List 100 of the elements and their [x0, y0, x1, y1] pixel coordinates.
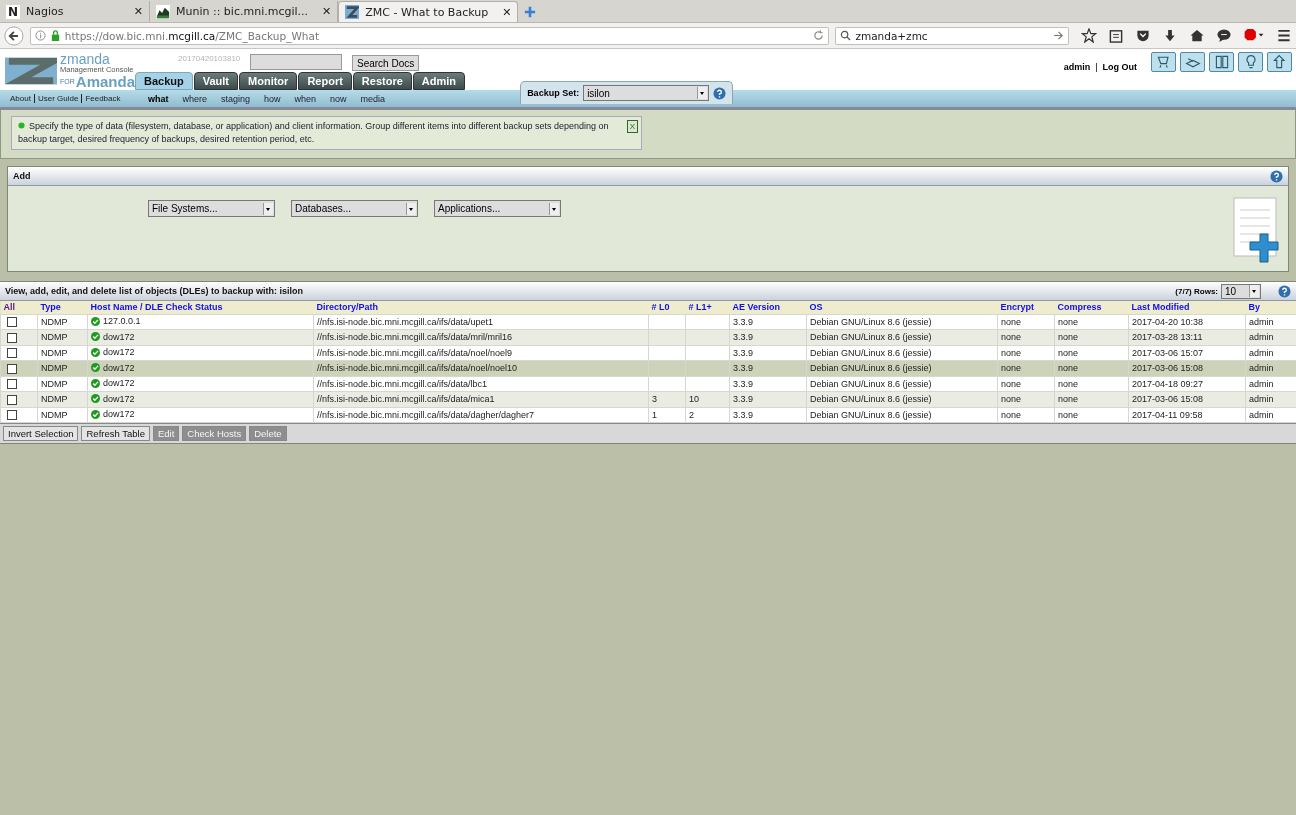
type-select[interactable]: Applications... — [434, 200, 561, 218]
nav-tab[interactable]: Admin — [412, 72, 466, 90]
row-checkbox[interactable] — [7, 317, 17, 328]
version-cell: 3.3.9 — [733, 363, 754, 374]
type-cell: NDMP — [41, 394, 68, 405]
compress-cell: none — [1058, 347, 1079, 358]
separator: | — [1095, 62, 1098, 72]
column-header[interactable]: Compress — [1054, 301, 1129, 315]
nav-tab[interactable]: Monitor — [239, 72, 298, 90]
sub-tab[interactable]: when — [294, 93, 317, 104]
path-cell: //nfs.isi-node.bic.mni.mcgill.ca/ifs/data/noel/noel9 — [317, 347, 513, 358]
close-icon[interactable]: ✕ — [502, 5, 512, 19]
table-button[interactable]: Refresh Table — [81, 426, 150, 442]
help-icon[interactable] — [713, 86, 727, 100]
book-icon[interactable] — [1180, 52, 1205, 72]
graph-icon — [156, 4, 170, 19]
column-header[interactable]: Encrypt — [997, 301, 1055, 315]
check-status-icon — [91, 332, 100, 342]
panel-title: View, add, edit, and delete list of objects (DLEs) to backup with: isilon — [5, 286, 304, 297]
column-header[interactable]: OS — [806, 301, 998, 315]
browser-tab[interactable]: Munin :: bic.mni.mcgil... ✕ — [150, 1, 339, 22]
sub-tab[interactable]: staging — [221, 93, 251, 104]
type-cell: NDMP — [41, 332, 68, 343]
table-button[interactable]: Invert Selection — [3, 426, 79, 442]
cart-icon[interactable] — [1151, 52, 1176, 72]
nav-tab[interactable]: Backup — [135, 72, 193, 90]
type-select[interactable]: File Systems... — [148, 200, 275, 218]
column-header[interactable]: Type — [37, 301, 88, 315]
logout-link[interactable]: Log Out — [1102, 62, 1137, 72]
date-cell: 2017-04-20 10:38 — [1132, 316, 1204, 327]
path-cell: //nfs.isi-node.bic.mni.mcgill.ca/ifs/data/lbc1 — [317, 378, 488, 389]
nav-tab[interactable]: Restore — [352, 72, 412, 90]
row-checkbox[interactable] — [7, 394, 17, 405]
close-icon[interactable]: ✕ — [322, 5, 332, 18]
address-field[interactable]: https://dow.bic.mni.mcgill.ca/ZMC_Backup_What — [29, 26, 830, 45]
lock-icon — [49, 30, 61, 41]
search-docs-button[interactable]: Search Docs — [352, 55, 420, 71]
back-icon[interactable] — [4, 25, 24, 46]
column-header[interactable]: Last Modified — [1128, 301, 1246, 315]
column-header[interactable]: By — [1245, 301, 1296, 315]
close-button[interactable]: X — [626, 120, 638, 133]
column-header[interactable]: Host Name / DLE Check Status — [87, 301, 314, 315]
new-tab-icon[interactable] — [524, 6, 537, 18]
row-checkbox[interactable] — [7, 332, 17, 343]
chat-icon[interactable] — [1216, 28, 1232, 43]
column-header[interactable]: # L1+ — [685, 301, 730, 315]
row-checkbox[interactable] — [7, 363, 17, 374]
adblock-icon[interactable] — [1243, 28, 1265, 43]
help-icon[interactable] — [1278, 284, 1291, 298]
browser-tab[interactable]: N Nagios ✕ — [0, 1, 150, 22]
home-icon[interactable] — [1189, 28, 1205, 43]
sub-tab[interactable]: media — [360, 93, 386, 104]
search-icon — [840, 30, 852, 41]
column-header[interactable]: Directory/Path — [313, 301, 649, 315]
column-header[interactable]: # L0 — [648, 301, 686, 315]
row-checkbox[interactable] — [7, 348, 17, 359]
help-link[interactable]: User Guide — [33, 94, 82, 103]
type-select[interactable]: Databases... — [291, 200, 418, 218]
sub-tab[interactable]: how — [264, 93, 281, 104]
search-field[interactable]: zmanda+zmc — [835, 26, 1069, 45]
backup-set-select[interactable]: isilon — [583, 85, 710, 101]
pocket-icon[interactable] — [1135, 28, 1151, 43]
host-cell: dow172 — [103, 362, 135, 373]
help-icon[interactable] — [1270, 169, 1283, 183]
panel-title: Add — [13, 171, 31, 182]
row-checkbox[interactable] — [7, 410, 17, 421]
tab-title: ZMC - What to Backup — [365, 5, 489, 19]
os-cell: Debian GNU/Linux 8.6 (jessie) — [810, 394, 932, 405]
row-checkbox[interactable] — [7, 379, 17, 390]
search-field[interactable] — [250, 54, 342, 70]
check-status-icon — [91, 394, 100, 404]
rows-select[interactable]: 10 — [1221, 283, 1261, 299]
browser-tab[interactable]: ZMC - What to Backup ✕ — [338, 1, 519, 22]
window-icon[interactable] — [1209, 52, 1234, 72]
compress-cell: none — [1058, 363, 1079, 374]
column-header[interactable]: All — [0, 301, 38, 315]
sub-tab[interactable]: now — [330, 93, 347, 104]
row-count: (7/7) Rows: — [1175, 286, 1218, 296]
clipboard-icon[interactable] — [1108, 28, 1124, 43]
user-cell: admin — [1249, 394, 1274, 405]
reload-icon[interactable] — [813, 30, 825, 41]
bulb-icon[interactable] — [1238, 52, 1263, 72]
column-header[interactable]: AE Version — [729, 301, 807, 315]
close-icon[interactable]: ✕ — [133, 5, 143, 18]
menu-icon[interactable] — [1276, 28, 1292, 43]
search-text: zmanda+zmc — [855, 29, 929, 42]
help-link[interactable]: Feedback — [81, 94, 124, 103]
encrypt-cell: none — [1001, 378, 1022, 389]
logo-brand: zmanda — [60, 52, 111, 66]
info-icon[interactable] — [34, 30, 46, 41]
star-icon[interactable] — [1081, 28, 1097, 43]
sub-tab[interactable]: where — [182, 93, 208, 104]
compress-cell: none — [1058, 378, 1079, 389]
path-cell: //nfs.isi-node.bic.mni.mcgill.ca/ifs/data/noel/noel10 — [317, 363, 518, 374]
nav-tab[interactable]: Report — [298, 72, 352, 90]
arrow-icon[interactable] — [1053, 30, 1064, 41]
nav-tab[interactable]: Vault — [193, 72, 239, 90]
help-link[interactable]: About — [10, 94, 34, 103]
sub-tab[interactable]: what — [148, 93, 169, 104]
date-cell: 2017-04-18 09:27 — [1132, 378, 1204, 389]
